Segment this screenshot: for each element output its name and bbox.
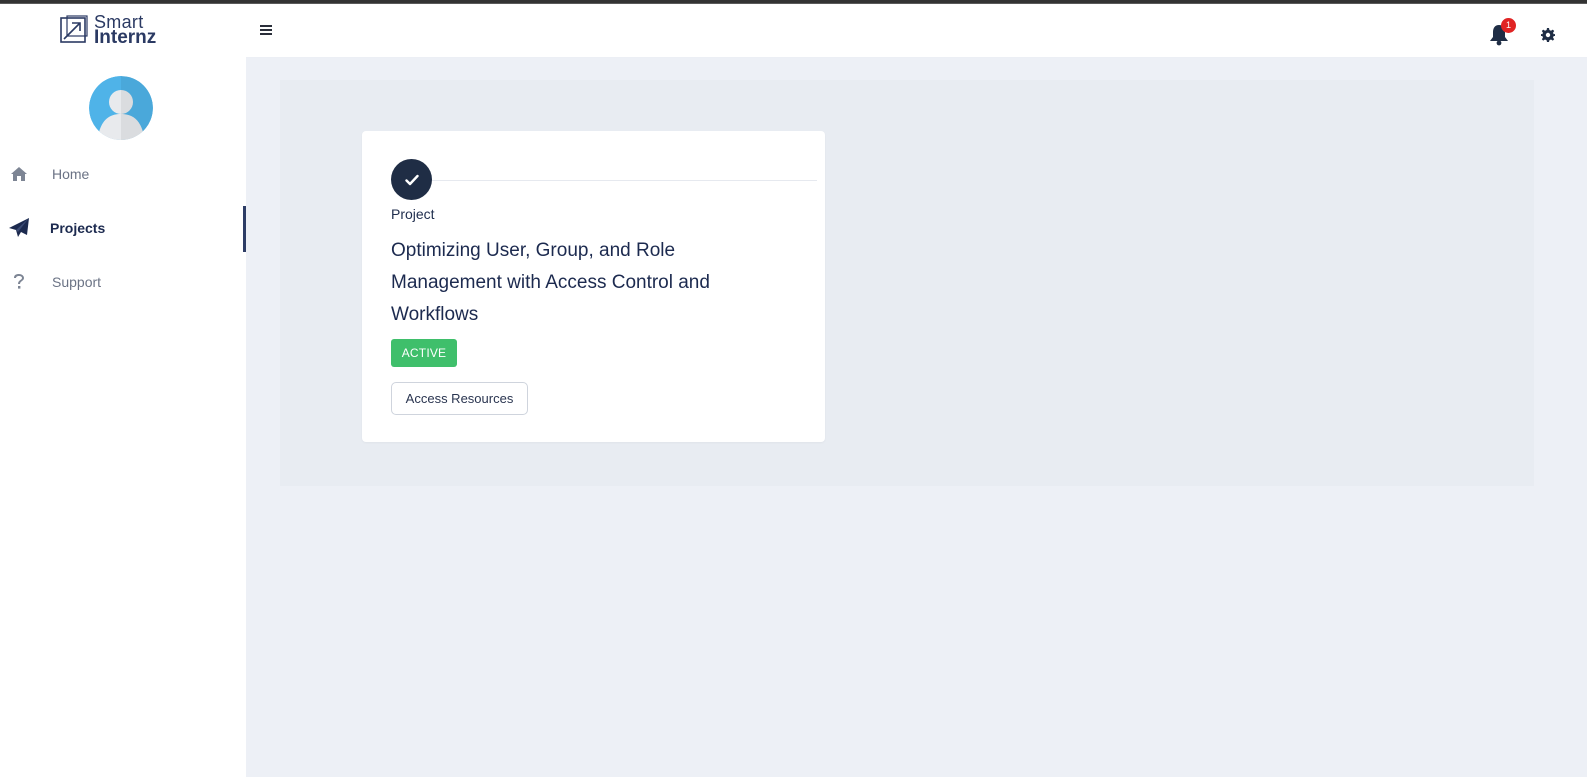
sidebar-item-home[interactable]: Home <box>0 154 246 194</box>
check-icon <box>391 159 432 200</box>
access-resources-button[interactable]: Access Resources <box>391 382 528 415</box>
avatar[interactable] <box>89 76 153 140</box>
hamburger-icon[interactable] <box>259 22 273 36</box>
sidebar-item-label: Projects <box>50 220 106 236</box>
project-card[interactable]: Project Optimizing User, Group, and Role… <box>362 131 825 442</box>
top-header: 1 <box>246 4 1587 58</box>
card-kicker: Project <box>391 206 435 222</box>
sidebar-item-projects[interactable]: Projects <box>0 206 246 252</box>
projects-panel: Project Optimizing User, Group, and Role… <box>280 80 1534 486</box>
main-content: Project Optimizing User, Group, and Role… <box>246 58 1587 777</box>
project-title: Optimizing User, Group, and Role Managem… <box>391 240 710 325</box>
brand-name-line2: Internz <box>94 27 157 48</box>
gear-icon[interactable] <box>1541 28 1555 42</box>
sidebar-item-support[interactable]: Support <box>0 262 246 302</box>
sidebar-item-label: Support <box>52 274 102 290</box>
home-icon <box>8 163 30 185</box>
status-badge: ACTIVE <box>391 339 457 367</box>
brand-logo[interactable]: Smart Internz <box>58 13 157 48</box>
card-divider <box>398 180 817 181</box>
sidebar-item-label: Home <box>52 166 90 182</box>
user-avatar-icon <box>89 76 153 140</box>
sidebar: Smart Internz Home Projects Support <box>0 4 246 777</box>
question-icon <box>8 271 30 293</box>
notification-badge: 1 <box>1501 18 1516 33</box>
paper-plane-icon <box>8 217 30 239</box>
logo-icon <box>60 15 88 43</box>
